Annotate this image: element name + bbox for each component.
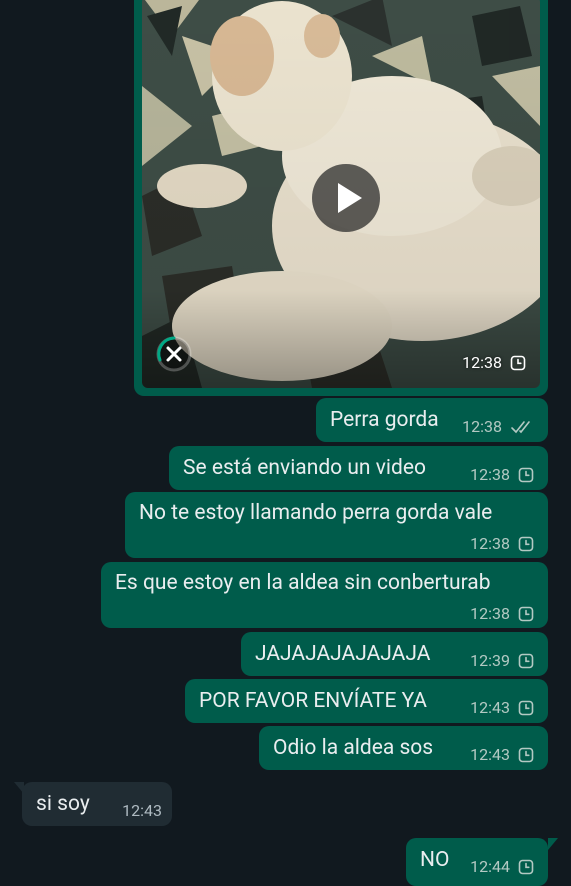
message-time: 12:43 xyxy=(470,745,510,764)
video-meta: 12:38 xyxy=(462,353,526,372)
outgoing-message[interactable]: Se está enviando un video 12:38 xyxy=(169,446,548,490)
message-meta: 12:43 xyxy=(470,698,534,717)
clock-icon xyxy=(518,653,534,668)
video-message[interactable]: 12:38 xyxy=(134,0,548,396)
message-time: 12:39 xyxy=(470,651,510,670)
message-time: 12:38 xyxy=(470,465,510,484)
clock-icon xyxy=(518,859,534,874)
play-button[interactable] xyxy=(312,164,380,232)
video-time: 12:38 xyxy=(462,353,502,372)
message-meta: 12:38 xyxy=(470,604,534,623)
message-time: 12:38 xyxy=(470,534,510,553)
message-text: No te estoy llamando perra gorda vale xyxy=(139,501,493,525)
outgoing-message[interactable]: NO 12:44 xyxy=(406,838,548,886)
message-meta: 12:43 xyxy=(470,745,534,764)
message-meta: 12:44 xyxy=(470,857,534,876)
message-time: 12:44 xyxy=(470,857,510,876)
message-text: JAJAJAJAJAJAJA xyxy=(255,642,431,666)
message-text: NO xyxy=(420,848,450,872)
outgoing-message[interactable]: Es que estoy en la aldea sin conberturab… xyxy=(101,562,548,628)
clock-icon xyxy=(518,467,534,482)
message-meta: 12:38 xyxy=(470,465,534,484)
message-text: Se está enviando un video xyxy=(183,456,426,480)
incoming-message[interactable]: si soy 12:43 xyxy=(22,782,172,826)
cancel-upload-button[interactable] xyxy=(154,334,194,374)
message-text: POR FAVOR ENVÍATE YA xyxy=(199,689,427,713)
message-meta: 12:43 xyxy=(122,801,162,820)
outgoing-message[interactable]: No te estoy llamando perra gorda vale 12… xyxy=(125,492,548,558)
message-time: 12:38 xyxy=(462,417,502,436)
clock-icon xyxy=(518,536,534,551)
bubble-tail xyxy=(548,838,558,850)
message-time: 12:38 xyxy=(470,604,510,623)
clock-icon xyxy=(518,700,534,715)
message-time: 12:43 xyxy=(470,698,510,717)
outgoing-message[interactable]: POR FAVOR ENVÍATE YA 12:43 xyxy=(185,679,548,723)
outgoing-message[interactable]: JAJAJAJAJAJAJA 12:39 xyxy=(241,632,548,676)
message-text: si soy xyxy=(36,792,90,816)
play-icon xyxy=(338,183,362,213)
message-meta: 12:39 xyxy=(470,651,534,670)
message-text: Odio la aldea sos xyxy=(273,736,434,760)
video-thumbnail[interactable]: 12:38 xyxy=(142,0,540,388)
message-text: Es que estoy en la aldea sin conberturab xyxy=(115,571,491,595)
message-time: 12:43 xyxy=(122,801,162,820)
clock-icon xyxy=(510,355,526,370)
clock-icon xyxy=(518,606,534,621)
close-icon xyxy=(156,336,192,372)
double-check-icon xyxy=(511,420,530,433)
message-text: Perra gorda xyxy=(330,408,439,432)
message-meta: 12:38 xyxy=(462,417,536,436)
clock-icon xyxy=(518,747,534,762)
outgoing-message[interactable]: Odio la aldea sos 12:43 xyxy=(259,726,548,770)
outgoing-message[interactable]: Perra gorda 12:38 xyxy=(316,398,548,442)
message-meta: 12:38 xyxy=(470,534,534,553)
